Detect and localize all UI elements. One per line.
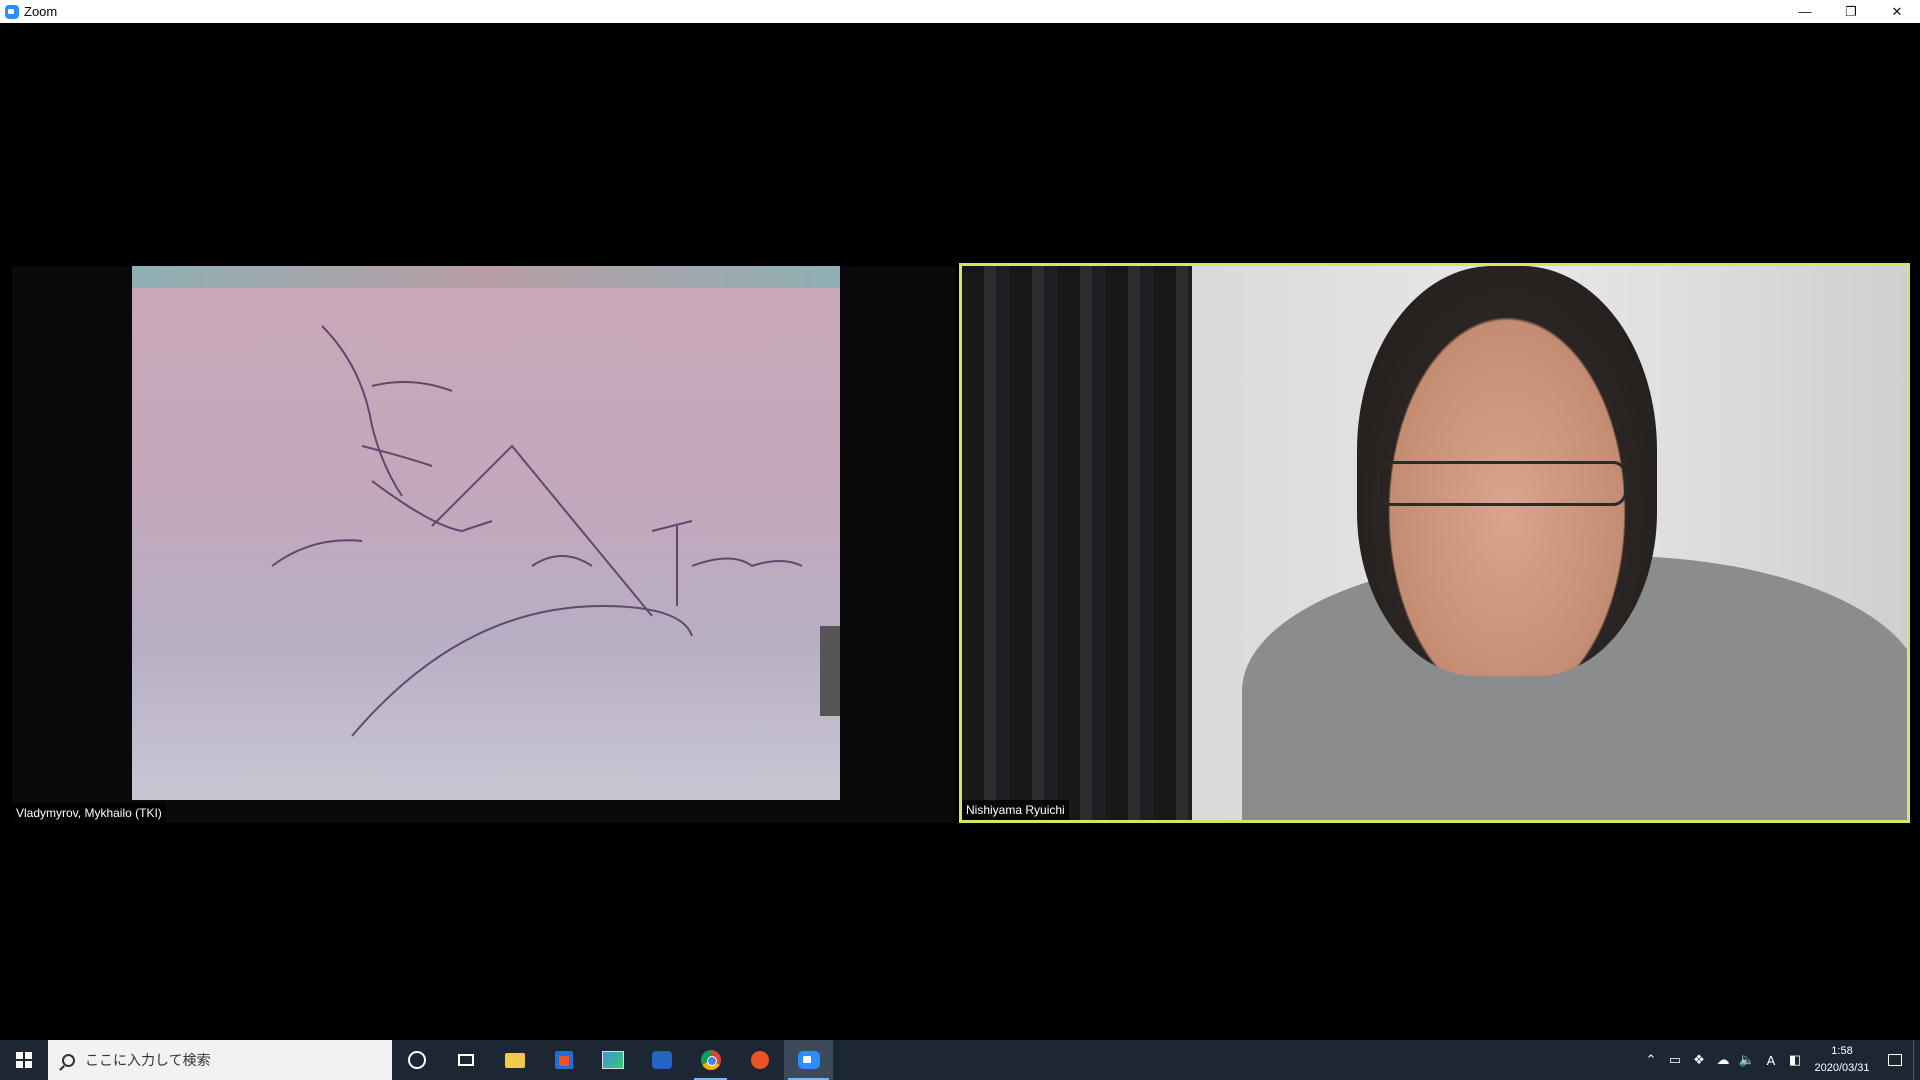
- chevron-up-icon: ⌃: [1645, 1052, 1657, 1067]
- start-button[interactable]: [0, 1040, 48, 1080]
- search-placeholder: ここに入力して検索: [85, 1052, 211, 1068]
- cortana-icon: [407, 1051, 426, 1069]
- cortana-button[interactable]: [392, 1040, 441, 1080]
- zoom-app-icon: [5, 4, 19, 19]
- clock-time: 1:58: [1831, 1045, 1853, 1057]
- windows-taskbar: ここに入力して検索 ⌃ ▭ ❖ ☁ 🔈 A ◧ 1:58 2020/03/31: [0, 1040, 1920, 1080]
- whiteboard-drawing: [271, 325, 803, 737]
- outlook-icon: [651, 1051, 672, 1069]
- participant-video-tile[interactable]: Vladymyrov, Mykhailo (TKI): [12, 266, 956, 823]
- clock-date: 2020/03/31: [1814, 1062, 1870, 1074]
- chrome-icon: [700, 1050, 721, 1070]
- file-explorer-icon: [504, 1052, 525, 1068]
- show-hidden-icons-button[interactable]: ⌃: [1639, 1040, 1663, 1080]
- outlook-button[interactable]: [637, 1040, 686, 1080]
- volume-icon[interactable]: 🔈: [1735, 1040, 1759, 1080]
- show-desktop-button[interactable]: [1913, 1040, 1920, 1080]
- network-icon[interactable]: ▭: [1663, 1040, 1687, 1080]
- onedrive-icon[interactable]: ☁: [1711, 1040, 1735, 1080]
- window-title: Zoom: [24, 4, 58, 19]
- participant-video-feed: [962, 266, 1907, 820]
- title-bar: Zoom — ❐ ✕: [0, 0, 1920, 23]
- ubuntu-button[interactable]: [735, 1040, 784, 1080]
- microsoft-store-icon: [554, 1051, 573, 1069]
- dropbox-icon[interactable]: ❖: [1687, 1040, 1711, 1080]
- photos-icon: [601, 1051, 624, 1069]
- search-icon: [62, 1053, 75, 1067]
- taskbar-search-box[interactable]: ここに入力して検索: [48, 1040, 392, 1080]
- participant-name-label: Vladymyrov, Mykhailo (TKI): [12, 803, 166, 823]
- close-button[interactable]: ✕: [1874, 0, 1920, 23]
- microsoft-store-button[interactable]: [539, 1040, 588, 1080]
- notification-icon: [1888, 1054, 1902, 1066]
- ime-mode-indicator[interactable]: A: [1759, 1040, 1783, 1080]
- window-controls: — ❐ ✕: [1782, 0, 1920, 23]
- video-gallery: Vladymyrov, Mykhailo (TKI) Nishiyama Ryu…: [0, 23, 1920, 1040]
- action-center-button[interactable]: [1877, 1040, 1913, 1080]
- zoom-icon: [797, 1051, 820, 1069]
- chrome-button[interactable]: [686, 1040, 735, 1080]
- file-explorer-button[interactable]: [490, 1040, 539, 1080]
- taskbar-clock[interactable]: 1:58 2020/03/31: [1807, 1043, 1877, 1077]
- zoom-taskbar-button[interactable]: [784, 1040, 833, 1080]
- ubuntu-icon: [750, 1051, 769, 1069]
- photos-button[interactable]: [588, 1040, 637, 1080]
- active-speaker-video-tile[interactable]: Nishiyama Ryuichi: [959, 263, 1910, 823]
- minimize-button[interactable]: —: [1782, 0, 1828, 23]
- participant-name-label: Nishiyama Ryuichi: [962, 800, 1069, 820]
- restore-button[interactable]: ❐: [1828, 0, 1874, 23]
- system-tray: ⌃ ▭ ❖ ☁ 🔈 A ◧ 1:58 2020/03/31: [1639, 1040, 1920, 1080]
- participant-video-feed: [132, 266, 840, 800]
- task-view-icon: [457, 1054, 474, 1066]
- task-view-button[interactable]: [441, 1040, 490, 1080]
- ime-settings-icon[interactable]: ◧: [1783, 1040, 1807, 1080]
- windows-logo-icon: [16, 1052, 32, 1068]
